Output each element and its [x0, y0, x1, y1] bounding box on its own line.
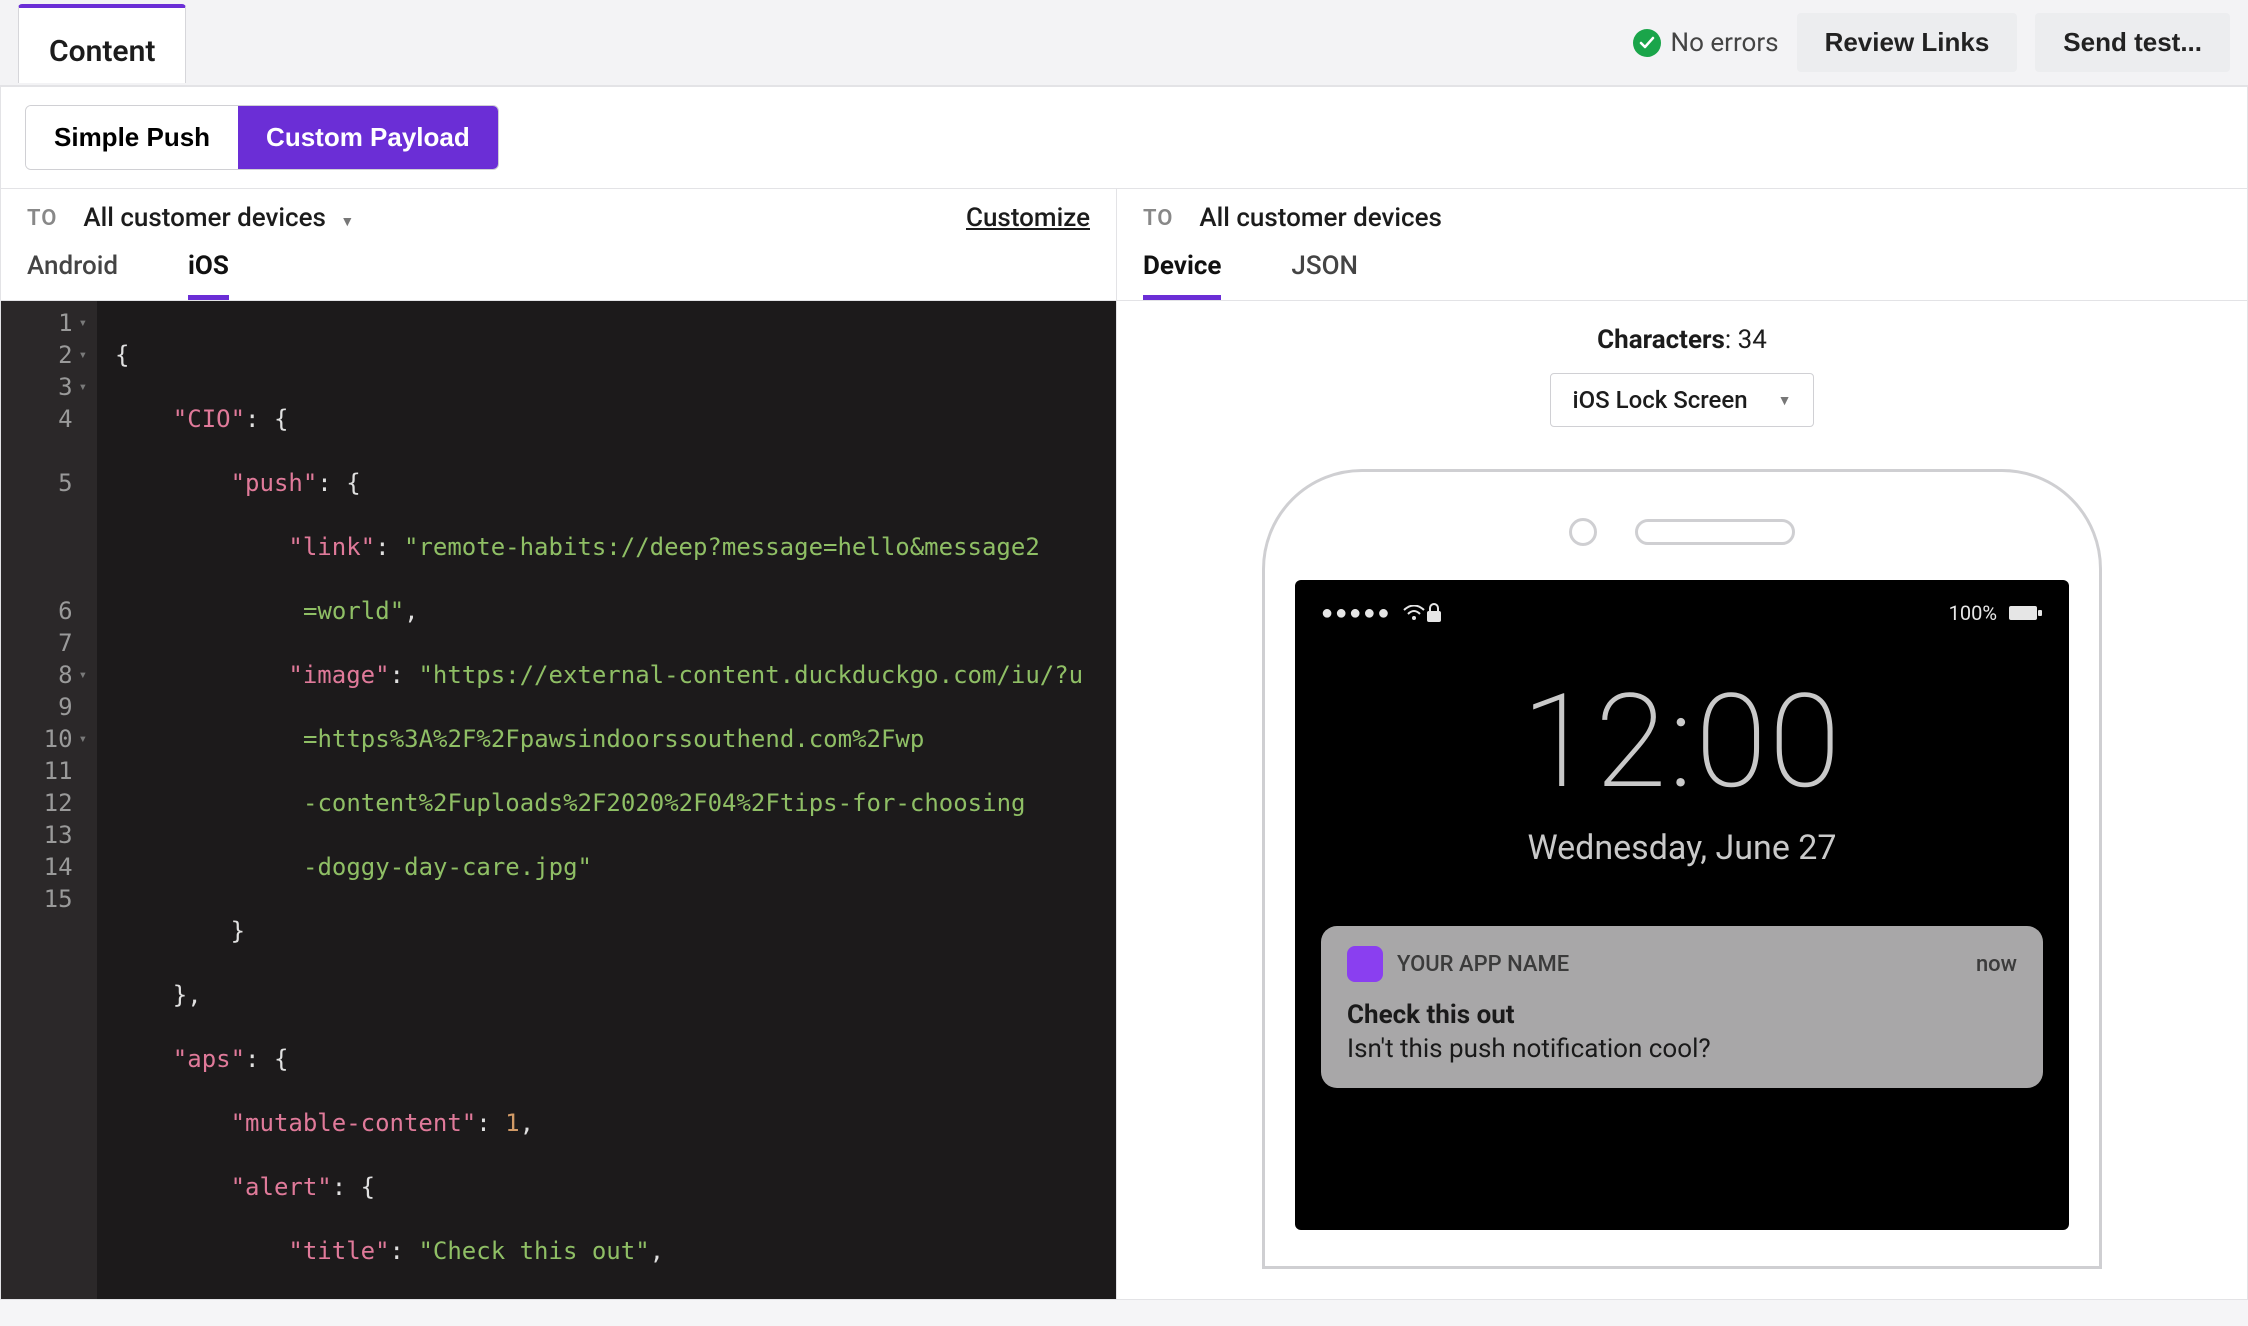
notification-card: YOUR APP NAME now Check this out Isn't t… [1321, 926, 2043, 1088]
simple-push-button[interactable]: Simple Push [26, 106, 238, 169]
lock-icon [1425, 602, 1948, 624]
status-bar: ●●●●● 100% [1321, 600, 2043, 625]
notification-body: Isn't this push notification cool? [1347, 1034, 2017, 1064]
editor-pane: TO All customer devices ▼ Customize Andr… [1, 189, 1117, 1299]
phone-top-hardware [1295, 518, 2069, 546]
payload-mode-row: Simple Push Custom Payload [1, 87, 2247, 189]
phone-side-button [2101, 712, 2102, 780]
top-bar: Content No errors Review Links Send test… [0, 0, 2248, 86]
preview-to-row: TO All customer devices [1117, 189, 2247, 245]
preview-tabs: Device JSON [1117, 245, 2247, 301]
customize-link[interactable]: Customize [966, 203, 1090, 233]
to-value-dropdown[interactable]: All customer devices ▼ [83, 203, 354, 233]
no-errors-text: No errors [1671, 28, 1779, 58]
signal-icon: ●●●●● [1321, 600, 1391, 625]
app-name: YOUR APP NAME [1397, 952, 1569, 977]
lock-screen-time: 12:00 [1321, 665, 2043, 818]
phone-screen: ●●●●● 100% [1295, 580, 2069, 1230]
tab-ios[interactable]: iOS [188, 251, 229, 300]
no-errors-indicator: No errors [1633, 28, 1779, 58]
preview-mode-label: iOS Lock Screen [1573, 386, 1748, 414]
chevron-down-icon: ▼ [340, 214, 354, 230]
lock-screen-date: Wednesday, June 27 [1321, 828, 2043, 868]
review-links-button[interactable]: Review Links [1797, 13, 2018, 72]
to-value-text: All customer devices [83, 203, 326, 233]
to-value-text: All customer devices [1199, 203, 1442, 233]
platform-tabs: Android iOS [1, 245, 1116, 301]
check-icon [1633, 29, 1661, 57]
character-count: Characters: 34 [1117, 301, 2247, 373]
tab-android[interactable]: Android [27, 251, 118, 300]
payload-mode-segmented: Simple Push Custom Payload [25, 105, 499, 170]
preview-mode-row: iOS Lock Screen ▼ [1117, 373, 2247, 427]
to-label: TO [1143, 206, 1173, 231]
battery-percent: 100% [1949, 601, 1997, 625]
speaker-icon [1635, 519, 1795, 545]
phone-side-button [2101, 962, 2102, 1072]
editor-code[interactable]: { "CIO": { "push": { "link": "remote-hab… [97, 301, 1116, 1299]
phone-side-button [2101, 832, 2102, 942]
chevron-down-icon: ▼ [1778, 392, 1792, 409]
characters-label: Characters [1597, 325, 1725, 355]
notification-title: Check this out [1347, 1000, 2017, 1030]
phone-frame: ●●●●● 100% [1262, 469, 2102, 1269]
to-label: TO [27, 206, 57, 231]
wifi-icon [1403, 605, 1425, 621]
tab-device[interactable]: Device [1143, 251, 1221, 300]
editor-gutter: 1▾2▾3▾4▾5▾6▾7▾8▾9▾10▾11▾12▾13▾14▾15▾ [1, 301, 97, 1299]
notification-header: YOUR APP NAME now [1347, 946, 2017, 982]
app-icon [1347, 946, 1383, 982]
camera-icon [1569, 518, 1597, 546]
custom-payload-button[interactable]: Custom Payload [238, 106, 498, 169]
editor-to-row: TO All customer devices ▼ Customize [1, 189, 1116, 245]
preview-pane: TO All customer devices Device JSON Char… [1117, 189, 2247, 1299]
send-test-button[interactable]: Send test... [2035, 13, 2230, 72]
tab-json[interactable]: JSON [1291, 251, 1358, 300]
code-editor[interactable]: 1▾2▾3▾4▾5▾6▾7▾8▾9▾10▾11▾12▾13▾14▾15▾ { "… [1, 301, 1116, 1299]
preview-mode-dropdown[interactable]: iOS Lock Screen ▼ [1550, 373, 1815, 427]
tab-content[interactable]: Content [18, 4, 186, 83]
main-area: Simple Push Custom Payload TO All custom… [0, 86, 2248, 1300]
notification-time: now [1976, 952, 2017, 977]
top-bar-right: No errors Review Links Send test... [1633, 13, 2230, 72]
characters-value: 34 [1738, 325, 1767, 355]
split-panes: TO All customer devices ▼ Customize Andr… [1, 189, 2247, 1299]
battery-icon [2009, 605, 2043, 621]
phone-preview-wrap: ●●●●● 100% [1117, 427, 2247, 1269]
